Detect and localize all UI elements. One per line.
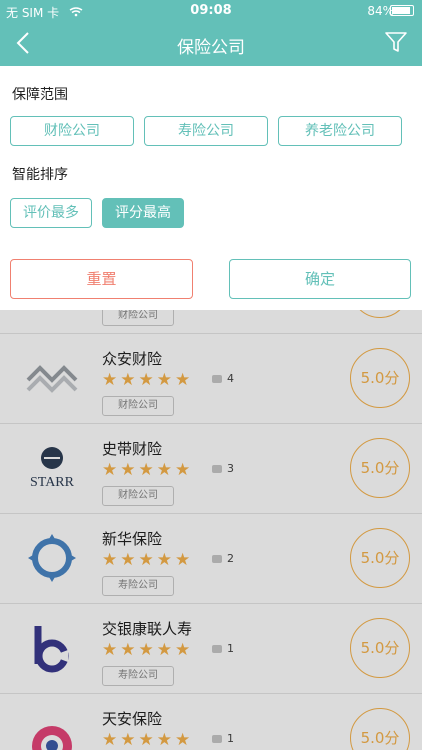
company-list: 财险公司 众安财险 ★★★★★ 4 财险公司 5.0分 STARR 史带财险 ★…: [0, 310, 422, 750]
scope-option-life[interactable]: 寿险公司: [144, 116, 268, 146]
clock-text: 09:08: [190, 3, 232, 18]
sort-option-most-reviews[interactable]: 评价最多: [10, 198, 92, 228]
comment-count: 1: [212, 732, 234, 745]
company-name: 新华保险: [102, 530, 163, 548]
confirm-button[interactable]: 确定: [229, 259, 411, 299]
starr-logo-text: STARR: [30, 475, 75, 490]
company-name: 天安保险: [102, 710, 163, 728]
top-bar: 无 SIM 卡 09:08 84% 保险公司: [0, 0, 422, 66]
company-name: 史带财险: [102, 440, 163, 458]
rating-stars-icon: ★★★★★: [102, 370, 194, 390]
page-title: 保险公司: [177, 38, 245, 58]
comment-icon: [212, 375, 222, 383]
category-tag: 财险公司: [102, 396, 174, 416]
rating-stars-icon: ★★★★★: [102, 550, 194, 570]
scope-option-pension[interactable]: 养老险公司: [278, 116, 402, 146]
jiaoyin-logo-icon: [34, 626, 69, 673]
scope-option-property[interactable]: 财险公司: [10, 116, 134, 146]
filter-icon[interactable]: [384, 30, 408, 54]
rating-stars-icon: ★★★★★: [102, 460, 194, 480]
score-badge: 5.0分: [350, 348, 410, 408]
score-badge: [350, 310, 410, 318]
status-bar: 无 SIM 卡 09:08 84%: [0, 0, 422, 22]
comment-count: 1: [212, 642, 234, 655]
comment-count: 2: [212, 552, 234, 565]
list-item[interactable]: 交银康联人寿 ★★★★★ 1 寿险公司 5.0分: [0, 604, 422, 694]
category-tag: 寿险公司: [102, 576, 174, 596]
category-tag: 寿险公司: [102, 666, 174, 686]
zhongan-logo-icon: [26, 365, 78, 393]
list-item[interactable]: 众安财险 ★★★★★ 4 财险公司 5.0分: [0, 334, 422, 424]
battery-icon: [390, 5, 414, 16]
company-name: 交银康联人寿: [102, 620, 193, 638]
category-tag: 财险公司: [102, 310, 174, 326]
list-item[interactable]: 新华保险 ★★★★★ 2 寿险公司 5.0分: [0, 514, 422, 604]
comment-count: 4: [212, 372, 234, 385]
tianan-logo-icon: [32, 726, 72, 750]
scope-title: 保障范围: [12, 87, 68, 103]
rating-stars-icon: ★★★★★: [102, 640, 194, 660]
reset-button[interactable]: 重置: [10, 259, 193, 299]
score-badge: 5.0分: [350, 438, 410, 498]
rating-stars-icon: ★★★★★: [102, 730, 194, 750]
comment-icon: [212, 465, 222, 473]
comment-icon: [212, 645, 222, 653]
category-tag: 财险公司: [102, 486, 174, 506]
score-badge: 5.0分: [350, 708, 410, 750]
comment-count: 3: [212, 462, 234, 475]
starr-logo-icon: STARR: [30, 447, 75, 490]
list-item[interactable]: 天安保险 ★★★★★ 1 5.0分: [0, 694, 422, 750]
list-item[interactable]: 财险公司: [0, 310, 422, 334]
score-badge: 5.0分: [350, 528, 410, 588]
filter-panel: 保障范围 财险公司 寿险公司 养老险公司 智能排序 评价最多 评分最高 重置 确…: [0, 66, 422, 310]
sort-title: 智能排序: [12, 167, 68, 183]
comment-icon: [212, 555, 222, 563]
sort-option-highest-score[interactable]: 评分最高: [102, 198, 184, 228]
company-name: 众安财险: [102, 350, 163, 368]
xinhua-logo-icon: [28, 534, 76, 582]
comment-icon: [212, 735, 222, 743]
score-badge: 5.0分: [350, 618, 410, 678]
list-item[interactable]: STARR 史带财险 ★★★★★ 3 财险公司 5.0分: [0, 424, 422, 514]
